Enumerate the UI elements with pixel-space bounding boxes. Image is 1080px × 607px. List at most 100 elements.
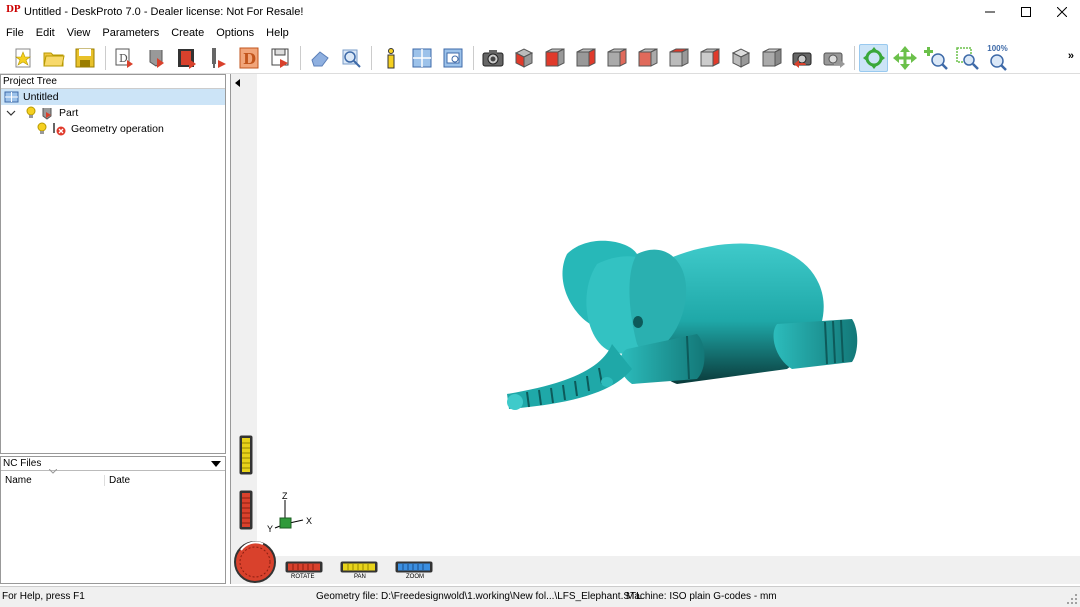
machine-parameters-button[interactable]: D bbox=[234, 44, 263, 72]
view-back-button[interactable] bbox=[602, 44, 631, 72]
tree-item-label: Part bbox=[59, 107, 79, 119]
zoom-window-button[interactable] bbox=[952, 44, 981, 72]
resize-grip-icon[interactable] bbox=[1066, 593, 1078, 605]
lightbulb-icon[interactable] bbox=[36, 122, 48, 136]
menu-help[interactable]: Help bbox=[260, 27, 295, 39]
tool-parameters-icon bbox=[211, 47, 226, 68]
write-nc-icon bbox=[271, 48, 288, 68]
nc-files-header: NC Files bbox=[1, 457, 225, 471]
preview-button[interactable] bbox=[336, 44, 365, 72]
view-top-button[interactable] bbox=[664, 44, 693, 72]
view-shaded-button[interactable] bbox=[757, 44, 786, 72]
dropdown-triangle-icon[interactable] bbox=[211, 460, 221, 468]
toolbar-separator bbox=[105, 45, 106, 70]
tree-item-part[interactable]: Part bbox=[1, 105, 225, 121]
status-bar: For Help, press F1 Geometry file: D:\Fre… bbox=[0, 586, 1080, 607]
operation-parameters-icon bbox=[177, 48, 196, 69]
project-icon bbox=[4, 91, 19, 103]
zoom-100-button[interactable]: 100% bbox=[983, 44, 1012, 72]
part-parameters-button[interactable] bbox=[141, 44, 170, 72]
pan-wheel-horizontal[interactable] bbox=[340, 561, 378, 573]
3d-viewport[interactable]: ROTATE PAN ZOOM Z Y X bbox=[230, 74, 1080, 584]
viewport-bottom-controls: ROTATE PAN ZOOM bbox=[231, 541, 1080, 584]
new-project-button[interactable] bbox=[8, 44, 37, 72]
rotate-dial-icon[interactable] bbox=[233, 540, 277, 584]
pan-label: PAN bbox=[354, 574, 366, 580]
minimize-button[interactable] bbox=[972, 0, 1008, 24]
maximize-button[interactable] bbox=[1008, 0, 1044, 24]
toolbar: D D 100% » bbox=[0, 42, 1080, 74]
menu-parameters[interactable]: Parameters bbox=[96, 27, 165, 39]
view-wireframe-button[interactable] bbox=[726, 44, 755, 72]
zoom-window-icon bbox=[955, 46, 979, 70]
rotate-wheel-horizontal[interactable] bbox=[285, 561, 323, 573]
info-button[interactable] bbox=[376, 44, 405, 72]
zoom-wheel-horizontal[interactable] bbox=[395, 561, 433, 573]
magnifier-icon bbox=[342, 49, 361, 68]
cube-shaded-icon bbox=[762, 47, 781, 67]
part-parameters-icon bbox=[149, 49, 164, 68]
camera-view-button[interactable] bbox=[478, 44, 507, 72]
view-left-button[interactable] bbox=[633, 44, 662, 72]
column-header-date[interactable]: Date bbox=[105, 475, 130, 486]
lightbulb-icon[interactable] bbox=[25, 106, 37, 120]
operation-parameters-button[interactable] bbox=[172, 44, 201, 72]
tool-parameters-button[interactable] bbox=[203, 44, 232, 72]
deskproto-window: DP Untitled - DeskProto 7.0 - Dealer lic… bbox=[0, 0, 1080, 607]
view-front-button[interactable] bbox=[540, 44, 569, 72]
tree-item-geometry-operation[interactable]: Geometry operation bbox=[1, 121, 225, 137]
pan-mode-button[interactable] bbox=[890, 44, 919, 72]
rotate-mode-button[interactable] bbox=[859, 43, 888, 72]
menu-file[interactable]: File bbox=[0, 27, 30, 39]
pan-wheel-vertical[interactable] bbox=[239, 435, 253, 475]
app-logo-text: DP bbox=[6, 5, 21, 15]
open-project-button[interactable] bbox=[39, 44, 68, 72]
close-button[interactable] bbox=[1044, 0, 1080, 24]
next-view-button[interactable] bbox=[819, 44, 848, 72]
cube-front-icon bbox=[545, 47, 564, 67]
window-view-button[interactable] bbox=[438, 44, 467, 72]
split-view-button[interactable] bbox=[407, 44, 436, 72]
pan-arrows-icon bbox=[892, 45, 917, 70]
nc-files-panel: NC Files Name Date bbox=[0, 456, 226, 584]
view-bottom-button[interactable] bbox=[695, 44, 724, 72]
zoom-mode-button[interactable] bbox=[921, 44, 950, 72]
menu-edit[interactable]: Edit bbox=[30, 27, 61, 39]
menu-create[interactable]: Create bbox=[165, 27, 210, 39]
previous-view-button[interactable] bbox=[788, 44, 817, 72]
camera-icon bbox=[482, 49, 503, 66]
save-project-button[interactable] bbox=[70, 44, 99, 72]
erase-toolpath-button[interactable] bbox=[305, 44, 334, 72]
collapse-arrow-icon[interactable] bbox=[233, 78, 243, 88]
status-machine: Machine: ISO plain G-codes - mm bbox=[626, 591, 777, 602]
axis-y-label: Y bbox=[267, 524, 273, 534]
zoom-magnifier-icon bbox=[923, 46, 948, 70]
axis-x-label: X bbox=[306, 516, 312, 526]
nc-files-columns: Name Date bbox=[1, 469, 225, 489]
project-parameters-button[interactable]: D bbox=[110, 44, 139, 72]
status-geometry-file: Geometry file: D:\Freedesignwold\1.worki… bbox=[316, 591, 642, 602]
eraser-icon bbox=[310, 50, 329, 66]
window-controls bbox=[972, 0, 1080, 24]
project-tree-panel: Project Tree Untitled Part Geometry oper… bbox=[0, 74, 226, 454]
rotate-wheel-vertical[interactable] bbox=[239, 490, 253, 530]
view-right-button[interactable] bbox=[571, 44, 600, 72]
view-isometric-button[interactable] bbox=[509, 44, 538, 72]
app-logo-icon: DP bbox=[6, 5, 21, 19]
toolbar-overflow-button[interactable]: » bbox=[1068, 50, 1074, 62]
status-help-text: For Help, press F1 bbox=[2, 591, 85, 602]
column-header-name[interactable]: Name bbox=[1, 474, 105, 486]
toolbar-separator bbox=[854, 45, 855, 70]
tree-item-label: Untitled bbox=[23, 91, 59, 103]
write-nc-button[interactable] bbox=[265, 44, 294, 72]
operation-error-icon bbox=[53, 123, 66, 136]
menu-view[interactable]: View bbox=[61, 27, 97, 39]
title-bar: DP Untitled - DeskProto 7.0 - Dealer lic… bbox=[0, 0, 1080, 24]
tree-item-untitled[interactable]: Untitled bbox=[1, 89, 225, 105]
sort-arrow-icon bbox=[49, 469, 57, 474]
window-title: Untitled - DeskProto 7.0 - Dealer licens… bbox=[24, 6, 304, 18]
cube-bottom-icon bbox=[700, 47, 719, 67]
menu-options[interactable]: Options bbox=[210, 27, 260, 39]
cube-top-icon bbox=[669, 47, 688, 67]
chevron-down-icon[interactable] bbox=[6, 108, 16, 118]
